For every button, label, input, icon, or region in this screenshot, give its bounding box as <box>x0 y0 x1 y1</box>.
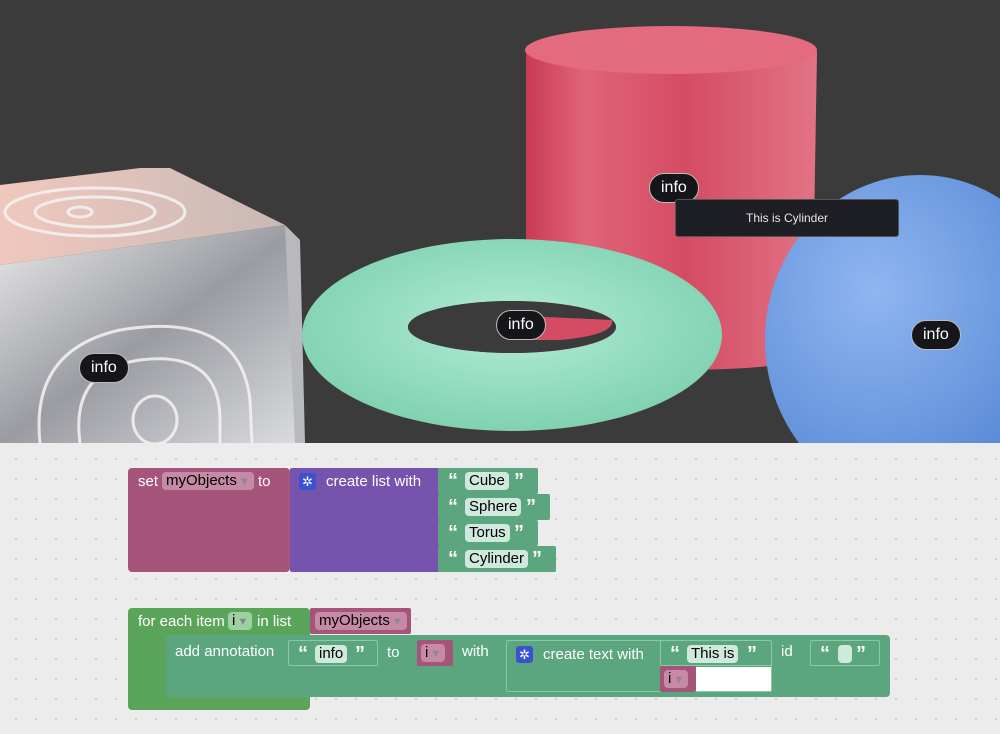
list-variable-name: myObjects <box>319 612 390 629</box>
open-quote-icon: “ <box>448 522 458 544</box>
in-list-label: in list <box>257 613 292 630</box>
text-field[interactable]: Cylinder <box>465 550 529 568</box>
gear-icon[interactable]: ✲ <box>299 473 316 490</box>
close-quote-icon: ” <box>514 522 524 544</box>
close-quote-icon: ” <box>355 643 365 665</box>
text-block-sphere[interactable]: “ Sphere ” <box>438 494 550 520</box>
annotation-text-block[interactable]: “ info ” <box>288 640 378 666</box>
dropdown-arrow-icon: ▼ <box>673 674 685 686</box>
blockly-workspace[interactable]: set myObjects ▼ to ✲ create list with “ C… <box>0 443 1000 734</box>
add-annotation-label: add annotation <box>175 643 275 660</box>
annotation-sphere[interactable]: info <box>911 320 961 350</box>
dropdown-arrow-icon: ▼ <box>237 616 249 628</box>
dropdown-arrow-icon: ▼ <box>238 476 250 488</box>
text-part-variable: i <box>668 670 672 687</box>
text-part-variable-block[interactable]: i ▼ <box>660 666 696 692</box>
text-field[interactable]: Sphere <box>465 498 522 516</box>
annotation-tooltip: This is Cylinder <box>675 199 899 237</box>
id-text-field[interactable] <box>838 645 852 663</box>
set-variable-block[interactable]: set myObjects ▼ to <box>128 468 290 572</box>
3d-viewport[interactable]: info info info info This is Cylinder <box>0 0 1000 443</box>
text-part-block[interactable]: “ This is ” <box>660 640 772 666</box>
loop-body-inner <box>128 634 166 698</box>
gear-icon[interactable]: ✲ <box>516 646 533 663</box>
close-quote-icon: ” <box>532 548 542 570</box>
text-block-cylinder[interactable]: “ Cylinder ” <box>438 546 556 572</box>
with-label: with <box>462 643 489 660</box>
to-label: to <box>387 644 400 661</box>
annotation-torus[interactable]: info <box>496 310 546 340</box>
close-quote-icon: ” <box>514 470 524 492</box>
open-quote-icon: “ <box>448 548 458 570</box>
target-variable: i <box>425 644 429 661</box>
to-label: to <box>258 473 271 490</box>
target-variable-dropdown[interactable]: i ▼ <box>421 644 446 662</box>
create-text-label: create text with <box>543 646 644 663</box>
close-quote-icon: ” <box>856 643 866 665</box>
loop-list-variable-block[interactable]: myObjects ▼ <box>310 608 411 634</box>
target-variable-block[interactable]: i ▼ <box>417 640 453 666</box>
open-quote-icon: “ <box>298 643 308 665</box>
variable-dropdown-myobjects[interactable]: myObjects ▼ <box>162 472 254 490</box>
list-variable-dropdown[interactable]: myObjects ▼ <box>315 612 407 630</box>
text-block-torus[interactable]: “ Torus ” <box>438 520 538 546</box>
open-quote-icon: “ <box>448 496 458 518</box>
cube-object <box>0 168 305 443</box>
text-part-field[interactable]: This is <box>687 645 739 663</box>
variable-name: myObjects <box>166 472 237 489</box>
text-field[interactable]: Cube <box>465 472 509 490</box>
loop-variable-dropdown[interactable]: i ▼ <box>228 612 253 630</box>
open-quote-icon: “ <box>670 643 680 665</box>
create-list-block[interactable]: ✲ create list with <box>290 468 440 572</box>
annotation-text-field[interactable]: info <box>315 645 348 663</box>
open-quote-icon: “ <box>820 643 830 665</box>
annotation-cube[interactable]: info <box>79 353 129 383</box>
id-label: id <box>781 643 793 660</box>
set-label: set <box>138 473 159 490</box>
text-field[interactable]: Torus <box>465 524 510 542</box>
for-each-label: for each item <box>138 613 225 630</box>
dropdown-arrow-icon: ▼ <box>391 616 403 628</box>
create-list-label: create list with <box>326 473 422 490</box>
text-part-variable-dropdown[interactable]: i ▼ <box>664 670 689 688</box>
dropdown-arrow-icon: ▼ <box>430 648 442 660</box>
text-block-cube[interactable]: “ Cube ” <box>438 468 538 494</box>
id-text-block[interactable]: “ ” <box>810 640 880 666</box>
open-quote-icon: “ <box>448 470 458 492</box>
close-quote-icon: ” <box>747 643 757 665</box>
loop-variable: i <box>232 612 236 629</box>
close-quote-icon: ” <box>526 496 536 518</box>
